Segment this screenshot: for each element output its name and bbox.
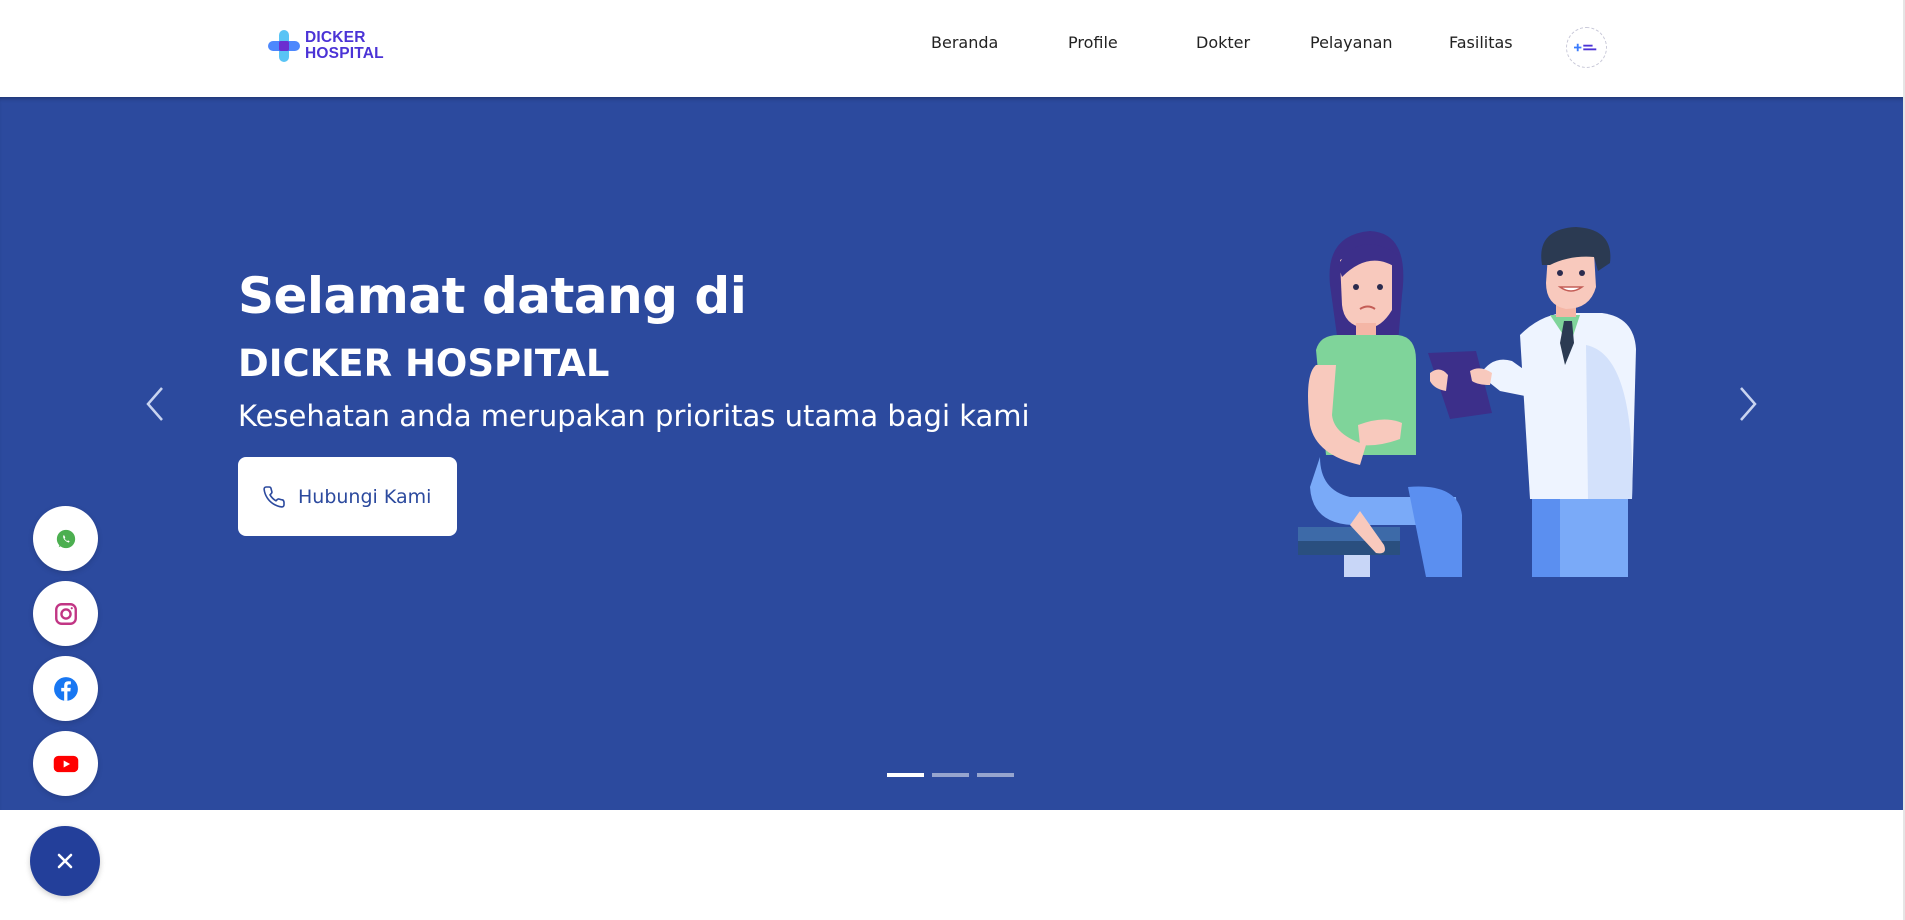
close-icon bbox=[57, 853, 73, 869]
facebook-icon bbox=[53, 676, 78, 701]
nav-item-pelayanan[interactable]: Pelayanan bbox=[1310, 33, 1393, 52]
site-header: DICKER HOSPITAL Beranda Profile Dokter P… bbox=[0, 0, 1905, 97]
brand-name: DICKER HOSPITAL bbox=[305, 30, 384, 62]
facebook-button[interactable] bbox=[33, 656, 98, 721]
carousel-indicator[interactable] bbox=[932, 773, 969, 777]
youtube-button[interactable] bbox=[33, 731, 98, 796]
brand-logo[interactable]: DICKER HOSPITAL bbox=[266, 28, 384, 64]
carousel-indicator[interactable] bbox=[977, 773, 1014, 777]
instagram-button[interactable] bbox=[33, 581, 98, 646]
hospital-badge-icon bbox=[1573, 43, 1596, 52]
carousel-indicator[interactable] bbox=[887, 773, 924, 777]
contact-us-button[interactable]: Hubungi Kami bbox=[238, 457, 457, 536]
chevron-left-icon[interactable] bbox=[140, 384, 170, 424]
hero-carousel: Selamat datang di DICKER HOSPITAL Keseha… bbox=[0, 97, 1905, 810]
instagram-icon bbox=[54, 602, 77, 625]
hospital-badge[interactable] bbox=[1566, 27, 1607, 68]
doctor-patient-illustration bbox=[1298, 227, 1636, 577]
nav-item-beranda[interactable]: Beranda bbox=[931, 33, 998, 52]
hero-title: Selamat datang di bbox=[238, 267, 747, 325]
brand-line-2: HOSPITAL bbox=[305, 45, 384, 62]
brand-line-1: DICKER bbox=[305, 29, 366, 46]
hero-subtitle: DICKER HOSPITAL bbox=[238, 342, 610, 385]
contact-us-label: Hubungi Kami bbox=[298, 485, 432, 508]
phone-icon bbox=[263, 485, 285, 508]
hospital-cross-icon bbox=[268, 30, 300, 62]
nav-item-profile[interactable]: Profile bbox=[1068, 33, 1118, 52]
nav-item-fasilitas[interactable]: Fasilitas bbox=[1449, 33, 1513, 52]
whatsapp-button[interactable] bbox=[33, 506, 98, 571]
carousel-indicators bbox=[887, 773, 1014, 777]
chevron-right-icon[interactable] bbox=[1733, 384, 1763, 424]
hero-tagline: Kesehatan anda merupakan prioritas utama… bbox=[238, 399, 1030, 433]
whatsapp-icon bbox=[56, 529, 75, 548]
youtube-icon bbox=[53, 755, 78, 772]
social-toggle-button[interactable] bbox=[30, 826, 100, 896]
nav-item-dokter[interactable]: Dokter bbox=[1196, 33, 1250, 52]
